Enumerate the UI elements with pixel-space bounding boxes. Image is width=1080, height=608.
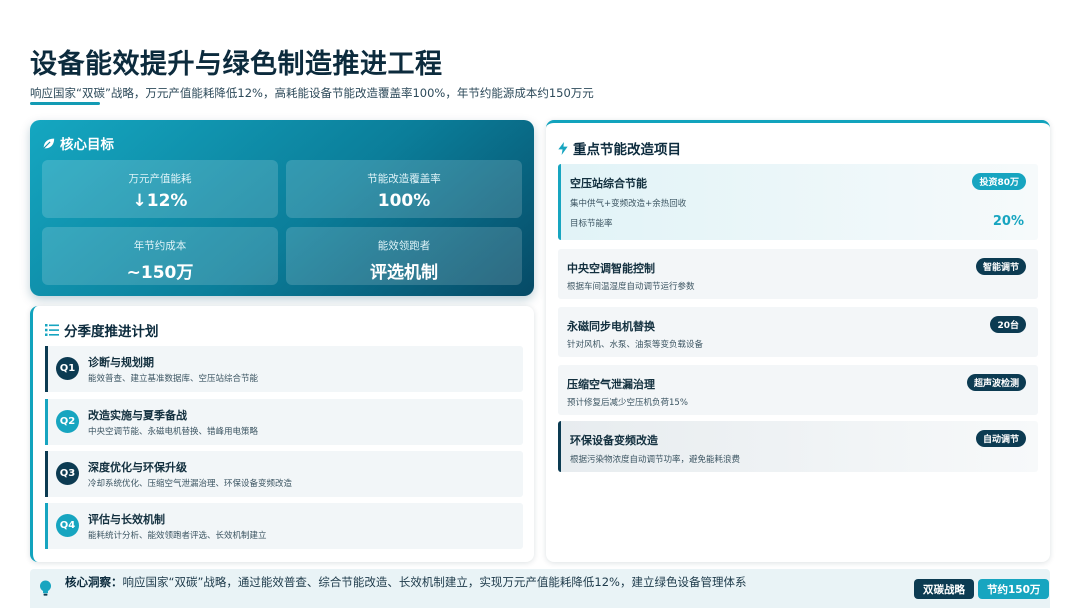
- tag-dual-carbon: 双碳战略: [914, 579, 974, 599]
- list-icon: [45, 324, 59, 336]
- lightbulb-icon: [40, 580, 51, 596]
- metric-label: 万元产值能耗: [128, 173, 192, 185]
- metric-card: 万元产值能耗 ↓12%: [42, 160, 278, 218]
- project-tag: 超声波检测: [966, 374, 1026, 391]
- project-card[interactable]: 空压站综合节能 投资80万 集中供气+变频改造+余热回收 目标节能率 20%: [558, 164, 1038, 240]
- quarterly-plan-panel: 分季度推进计划 Q1 诊断与规划期 能效普查、建立基准数据库、空压站综合节能 Q…: [30, 306, 534, 562]
- quarter-badge: Q3: [56, 462, 79, 485]
- insight-label: 核心洞察：: [65, 575, 123, 589]
- item-accent-bar: [45, 346, 48, 392]
- project-card[interactable]: 压缩空气泄漏治理 超声波检测 预计修复后减少空压机负荷15%: [558, 365, 1038, 415]
- project-desc: 集中供气+变频改造+余热回收: [570, 199, 687, 209]
- core-targets-header: 核心目标: [42, 133, 114, 153]
- page-title: 设备能效提升与绿色制造推进工程: [30, 49, 443, 80]
- plan-item-title: 评估与长效机制: [88, 513, 165, 526]
- metric-value: 100%: [377, 191, 431, 211]
- plan-header: 分季度推进计划: [45, 320, 159, 340]
- title-accent-line: [30, 102, 100, 105]
- metric-card: 年节约成本 ~150万: [42, 227, 278, 285]
- target-rate-label: 目标节能率: [570, 219, 613, 229]
- core-targets-panel: 核心目标 万元产值能耗 ↓12% 节能改造覆盖率 100% 年节约成本 ~150…: [30, 120, 534, 296]
- project-title: 压缩空气泄漏治理: [567, 378, 655, 391]
- item-accent-bar: [45, 503, 48, 549]
- metric-card: 节能改造覆盖率 100%: [286, 160, 522, 218]
- plan-item-desc: 中央空调节能、永磁电机替换、错峰用电策略: [88, 427, 259, 437]
- metric-label: 节能改造覆盖率: [367, 173, 441, 185]
- plan-item-q3[interactable]: Q3 深度优化与环保升级 冷却系统优化、压缩空气泄漏治理、环保设备变频改造: [45, 451, 523, 497]
- insight-body: 响应国家“双碳”战略，通过能效普查、综合节能改造、长效机制建立，实现万元产值能耗…: [122, 575, 747, 589]
- plan-item-title: 改造实施与夏季备战: [88, 409, 187, 422]
- plan-item-desc: 冷却系统优化、压缩空气泄漏治理、环保设备变频改造: [88, 479, 293, 489]
- metric-value: ↓12%: [132, 191, 188, 211]
- projects-header: 重点节能改造项目: [558, 138, 681, 158]
- project-desc: 针对风机、水泵、油泵等变负载设备: [567, 340, 704, 350]
- project-title: 空压站综合节能: [570, 177, 647, 190]
- metric-card: 能效领跑者 评选机制: [286, 227, 522, 285]
- project-tag: 投资80万: [972, 173, 1026, 190]
- quarter-badge: Q4: [56, 514, 79, 537]
- leaf-icon: [43, 138, 55, 149]
- metric-value: ~150万: [126, 263, 194, 283]
- project-title: 永磁同步电机替换: [567, 320, 655, 333]
- project-desc: 预计修复后减少空压机负荷15%: [567, 398, 688, 408]
- metric-label: 能效领跑者: [377, 240, 431, 252]
- plan-item-q2[interactable]: Q2 改造实施与夏季备战 中央空调节能、永磁电机替换、错峰用电策略: [45, 399, 523, 445]
- plan-item-desc: 能耗统计分析、能效领跑者评选、长效机制建立: [88, 531, 267, 541]
- plan-item-q1[interactable]: Q1 诊断与规划期 能效普查、建立基准数据库、空压站综合节能: [45, 346, 523, 392]
- core-targets-title: 核心目标: [60, 137, 114, 153]
- quarter-badge: Q2: [56, 410, 79, 433]
- lightning-icon: [558, 141, 568, 155]
- metric-label: 年节约成本: [133, 240, 187, 252]
- item-accent-bar: [45, 451, 48, 497]
- project-card[interactable]: 永磁同步电机替换 20台 针对风机、水泵、油泵等变负载设备: [558, 307, 1038, 357]
- project-desc: 根据污染物浓度自动调节功率，避免能耗浪费: [570, 455, 741, 465]
- project-tag: 20台: [990, 316, 1026, 333]
- projects-title: 重点节能改造项目: [573, 142, 681, 158]
- page-subtitle: 响应国家“双碳”战略，万元产值能耗降低12%，高耗能设备节能改造覆盖率100%，…: [30, 86, 594, 100]
- key-projects-panel: 重点节能改造项目 空压站综合节能 投资80万 集中供气+变频改造+余热回收 目标…: [546, 120, 1050, 562]
- metric-value: 评选机制: [370, 263, 438, 283]
- target-rate-value: 20%: [992, 214, 1024, 229]
- insight-bar: 核心洞察：响应国家“双碳”战略，通过能效普查、综合节能改造、长效机制建立，实现万…: [30, 569, 1050, 608]
- project-title: 环保设备变频改造: [570, 434, 658, 447]
- quarter-badge: Q1: [56, 357, 79, 380]
- plan-title: 分季度推进计划: [64, 324, 159, 340]
- project-card[interactable]: 环保设备变频改造 自动调节 根据污染物浓度自动调节功率，避免能耗浪费: [558, 421, 1038, 472]
- project-tag: 自动调节: [975, 430, 1026, 447]
- project-desc: 根据车间温湿度自动调节运行参数: [567, 282, 695, 292]
- insight-text: 核心洞察：响应国家“双碳”战略，通过能效普查、综合节能改造、长效机制建立，实现万…: [65, 574, 755, 590]
- plan-item-q4[interactable]: Q4 评估与长效机制 能耗统计分析、能效领跑者评选、长效机制建立: [45, 503, 523, 549]
- project-card[interactable]: 中央空调智能控制 智能调节 根据车间温湿度自动调节运行参数: [558, 249, 1038, 299]
- item-accent-bar: [45, 399, 48, 445]
- plan-item-title: 诊断与规划期: [88, 356, 154, 369]
- project-tag: 智能调节: [975, 258, 1026, 275]
- plan-item-desc: 能效普查、建立基准数据库、空压站综合节能: [88, 374, 259, 384]
- tag-savings: 节约150万: [978, 579, 1050, 599]
- plan-item-title: 深度优化与环保升级: [88, 461, 187, 474]
- project-title: 中央空调智能控制: [567, 262, 655, 275]
